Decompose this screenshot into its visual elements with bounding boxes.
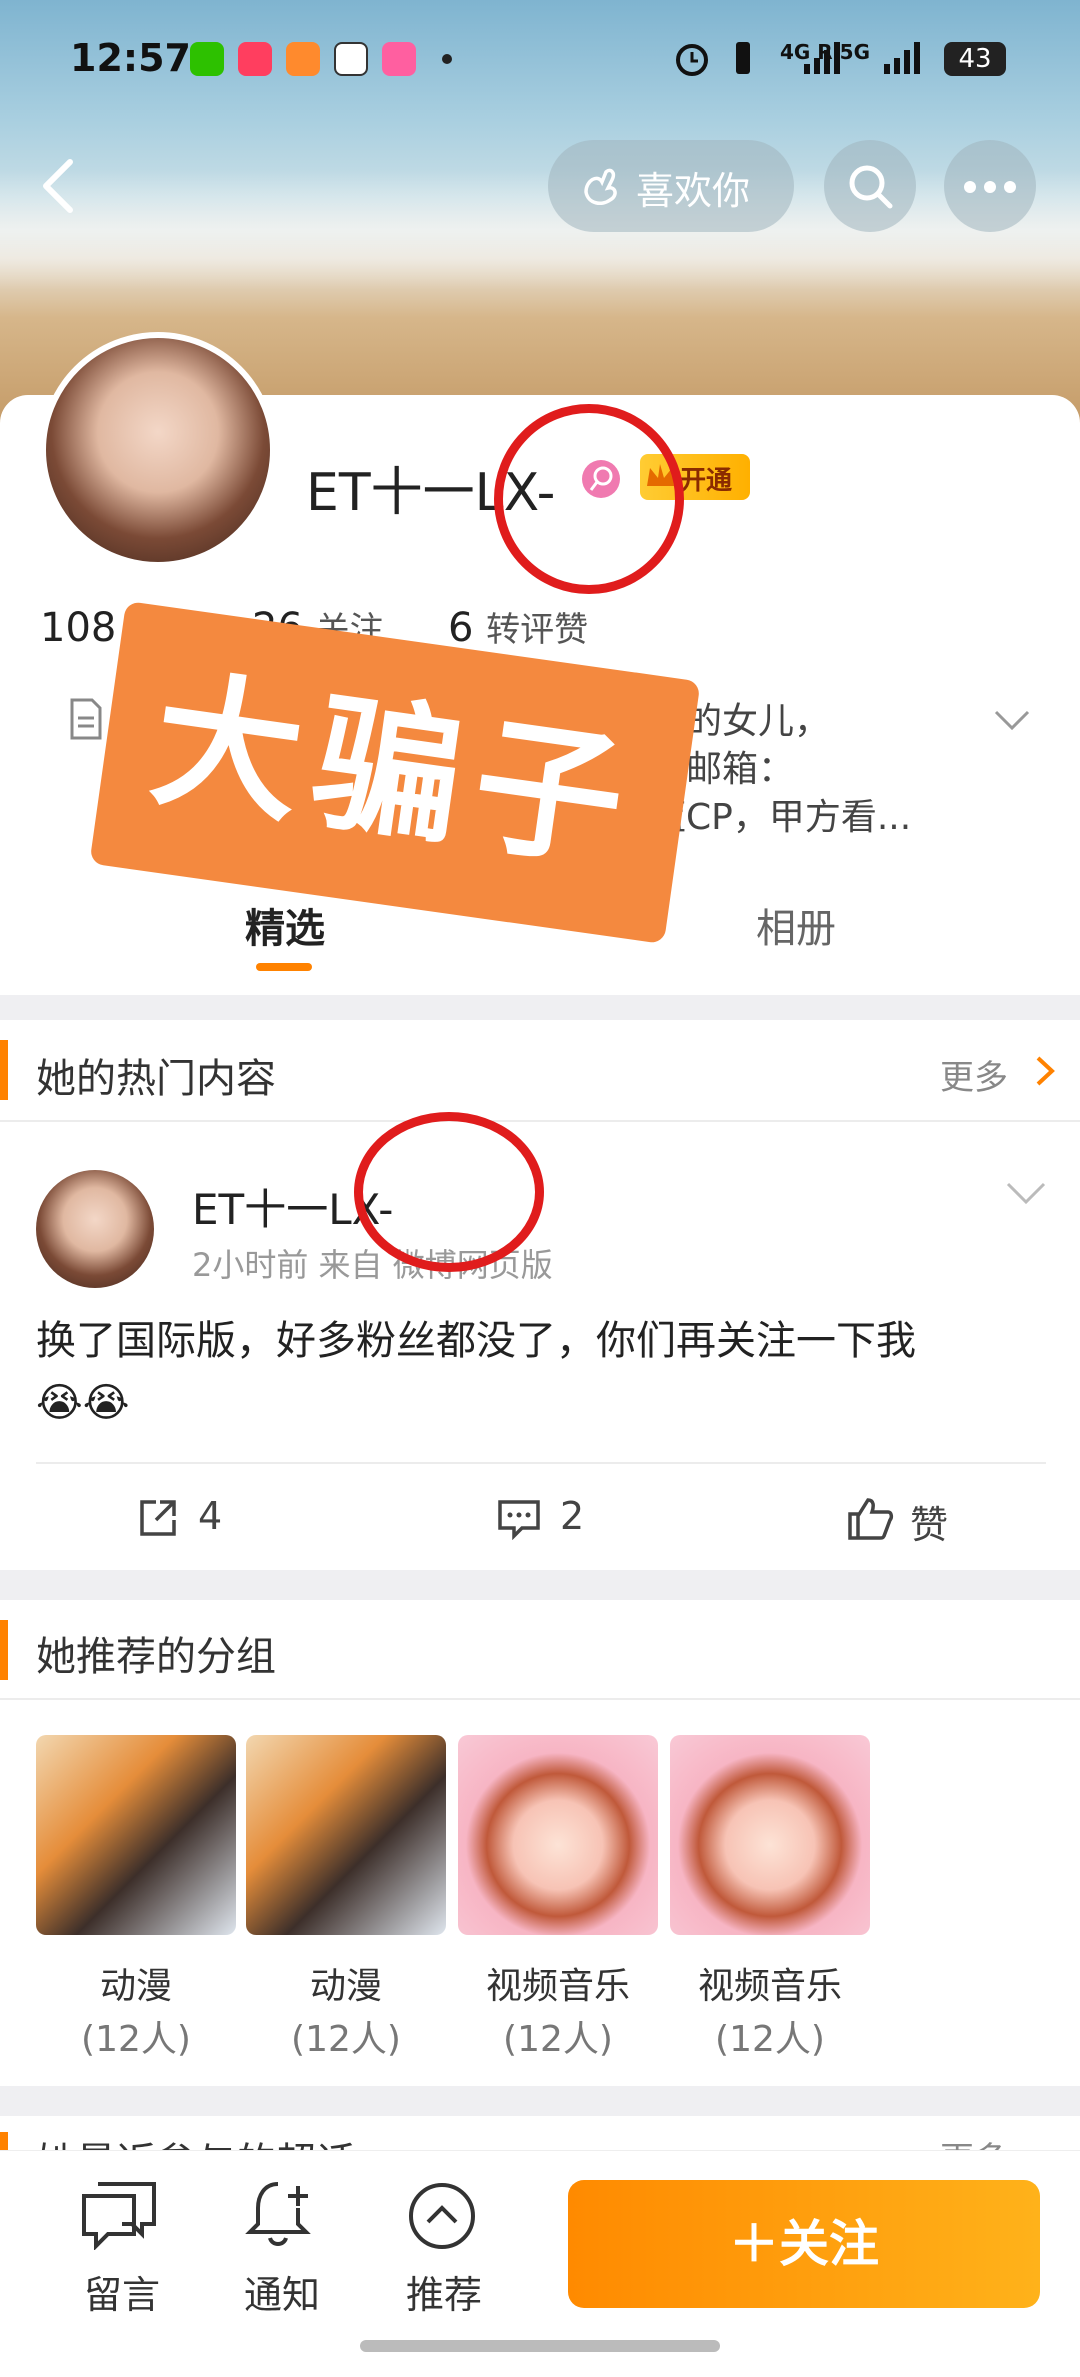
bell-add-icon[interactable] <box>244 2178 320 2250</box>
battery-level: 43 <box>944 42 1006 76</box>
qq-icon <box>334 42 368 76</box>
red-circle-annotation-2 <box>354 1112 544 1272</box>
status-time: 12:57 <box>70 36 191 80</box>
follow-button[interactable]: ＋关注 <box>568 2180 1040 2308</box>
notify-label[interactable]: 通知 <box>244 2264 320 2319</box>
bilibili-icon <box>382 42 416 76</box>
post-emoji: 😭😭 <box>36 1380 130 1426</box>
wechat-icon <box>190 42 224 76</box>
recommend-label[interactable]: 推荐 <box>406 2264 482 2319</box>
repost-icon[interactable] <box>136 1496 180 1540</box>
group-name-1[interactable]: 动漫 <box>36 1957 236 2009</box>
bio-document-icon <box>70 698 102 740</box>
back-icon[interactable] <box>36 156 80 216</box>
thumbs-up-icon[interactable] <box>846 1494 894 1542</box>
group-cover-3[interactable] <box>458 1735 658 1935</box>
signal-4g-icon <box>804 42 840 74</box>
hot-content-title: 她的热门内容 <box>36 1056 276 1102</box>
comment-icon[interactable] <box>496 1496 542 1540</box>
tab-album[interactable]: 相册 <box>756 896 836 954</box>
tab-active-indicator <box>256 963 312 971</box>
bio-line-3: 蓝CP，甲方看... <box>650 797 912 838</box>
groups-header: 她推荐的分组 <box>0 1600 1080 1698</box>
post-text-body: 换了国际版，好多粉丝都没了，你们再关注一下我 <box>36 1318 916 1364</box>
group-cover-2[interactable] <box>246 1735 446 1935</box>
group-cover-4[interactable] <box>670 1735 870 1935</box>
tab-featured[interactable]: 精选 <box>245 896 325 954</box>
more-options-button[interactable] <box>944 140 1036 232</box>
home-indicator <box>360 2340 720 2352</box>
group-name-2[interactable]: 动漫 <box>246 1957 446 2009</box>
like-label[interactable]: 赞 <box>910 1494 948 1549</box>
chevron-right-icon[interactable] <box>1034 1054 1058 1088</box>
group-count-1: (12人) <box>81 2019 191 2060</box>
like-you-label: 喜欢你 <box>636 169 751 213</box>
recommend-icon[interactable] <box>406 2180 478 2252</box>
repost-count[interactable]: 4 <box>198 1494 222 1538</box>
status-bar: 12:57 4G R 5G 43 <box>0 0 1080 120</box>
app-icon-3 <box>286 42 320 76</box>
group-count-3: (12人) <box>503 2019 613 2060</box>
group-name-4[interactable]: 视频音乐 <box>670 1957 870 2009</box>
message-label[interactable]: 留言 <box>84 2264 160 2319</box>
section-accent-bar <box>0 1620 8 1680</box>
vip-open-label: 开通 <box>680 466 733 496</box>
like-you-button[interactable]: 喜欢你 <box>548 140 794 232</box>
avatar[interactable] <box>40 332 276 568</box>
message-icon[interactable] <box>80 2180 158 2250</box>
chevron-down-icon[interactable] <box>1006 1180 1046 1206</box>
group-count-4: (12人) <box>715 2019 825 2060</box>
hand-heart-icon <box>584 168 617 206</box>
post-text: 换了国际版，好多粉丝都没了，你们再关注一下我 😭😭 <box>36 1310 1046 1434</box>
more-notifications-dot <box>442 54 452 64</box>
chevron-down-icon[interactable] <box>994 708 1030 732</box>
divider <box>36 1462 1046 1464</box>
groups-title: 她推荐的分组 <box>36 1634 276 1680</box>
group-count-2: (12人) <box>291 2019 401 2060</box>
search-icon <box>849 165 893 209</box>
post-author-avatar[interactable] <box>36 1170 154 1288</box>
vibrate-icon <box>736 42 750 74</box>
red-circle-annotation-1 <box>494 404 684 594</box>
stat-interactions[interactable]: 6 转评赞 <box>448 602 588 651</box>
signal-5g-icon <box>884 42 920 74</box>
hot-content-header: 她的热门内容 更多 <box>0 1020 1080 1120</box>
comment-count[interactable]: 2 <box>560 1494 584 1538</box>
app-icon-2 <box>238 42 272 76</box>
more-icon <box>964 181 1016 193</box>
hot-more-link[interactable]: 更多 <box>940 1050 1008 1099</box>
cover-water-highlight <box>0 170 1080 290</box>
alarm-icon <box>676 44 708 76</box>
group-name-3[interactable]: 视频音乐 <box>458 1957 658 2009</box>
group-cover-1[interactable] <box>36 1735 236 1935</box>
section-accent-bar <box>0 1040 8 1100</box>
search-button[interactable] <box>824 140 916 232</box>
